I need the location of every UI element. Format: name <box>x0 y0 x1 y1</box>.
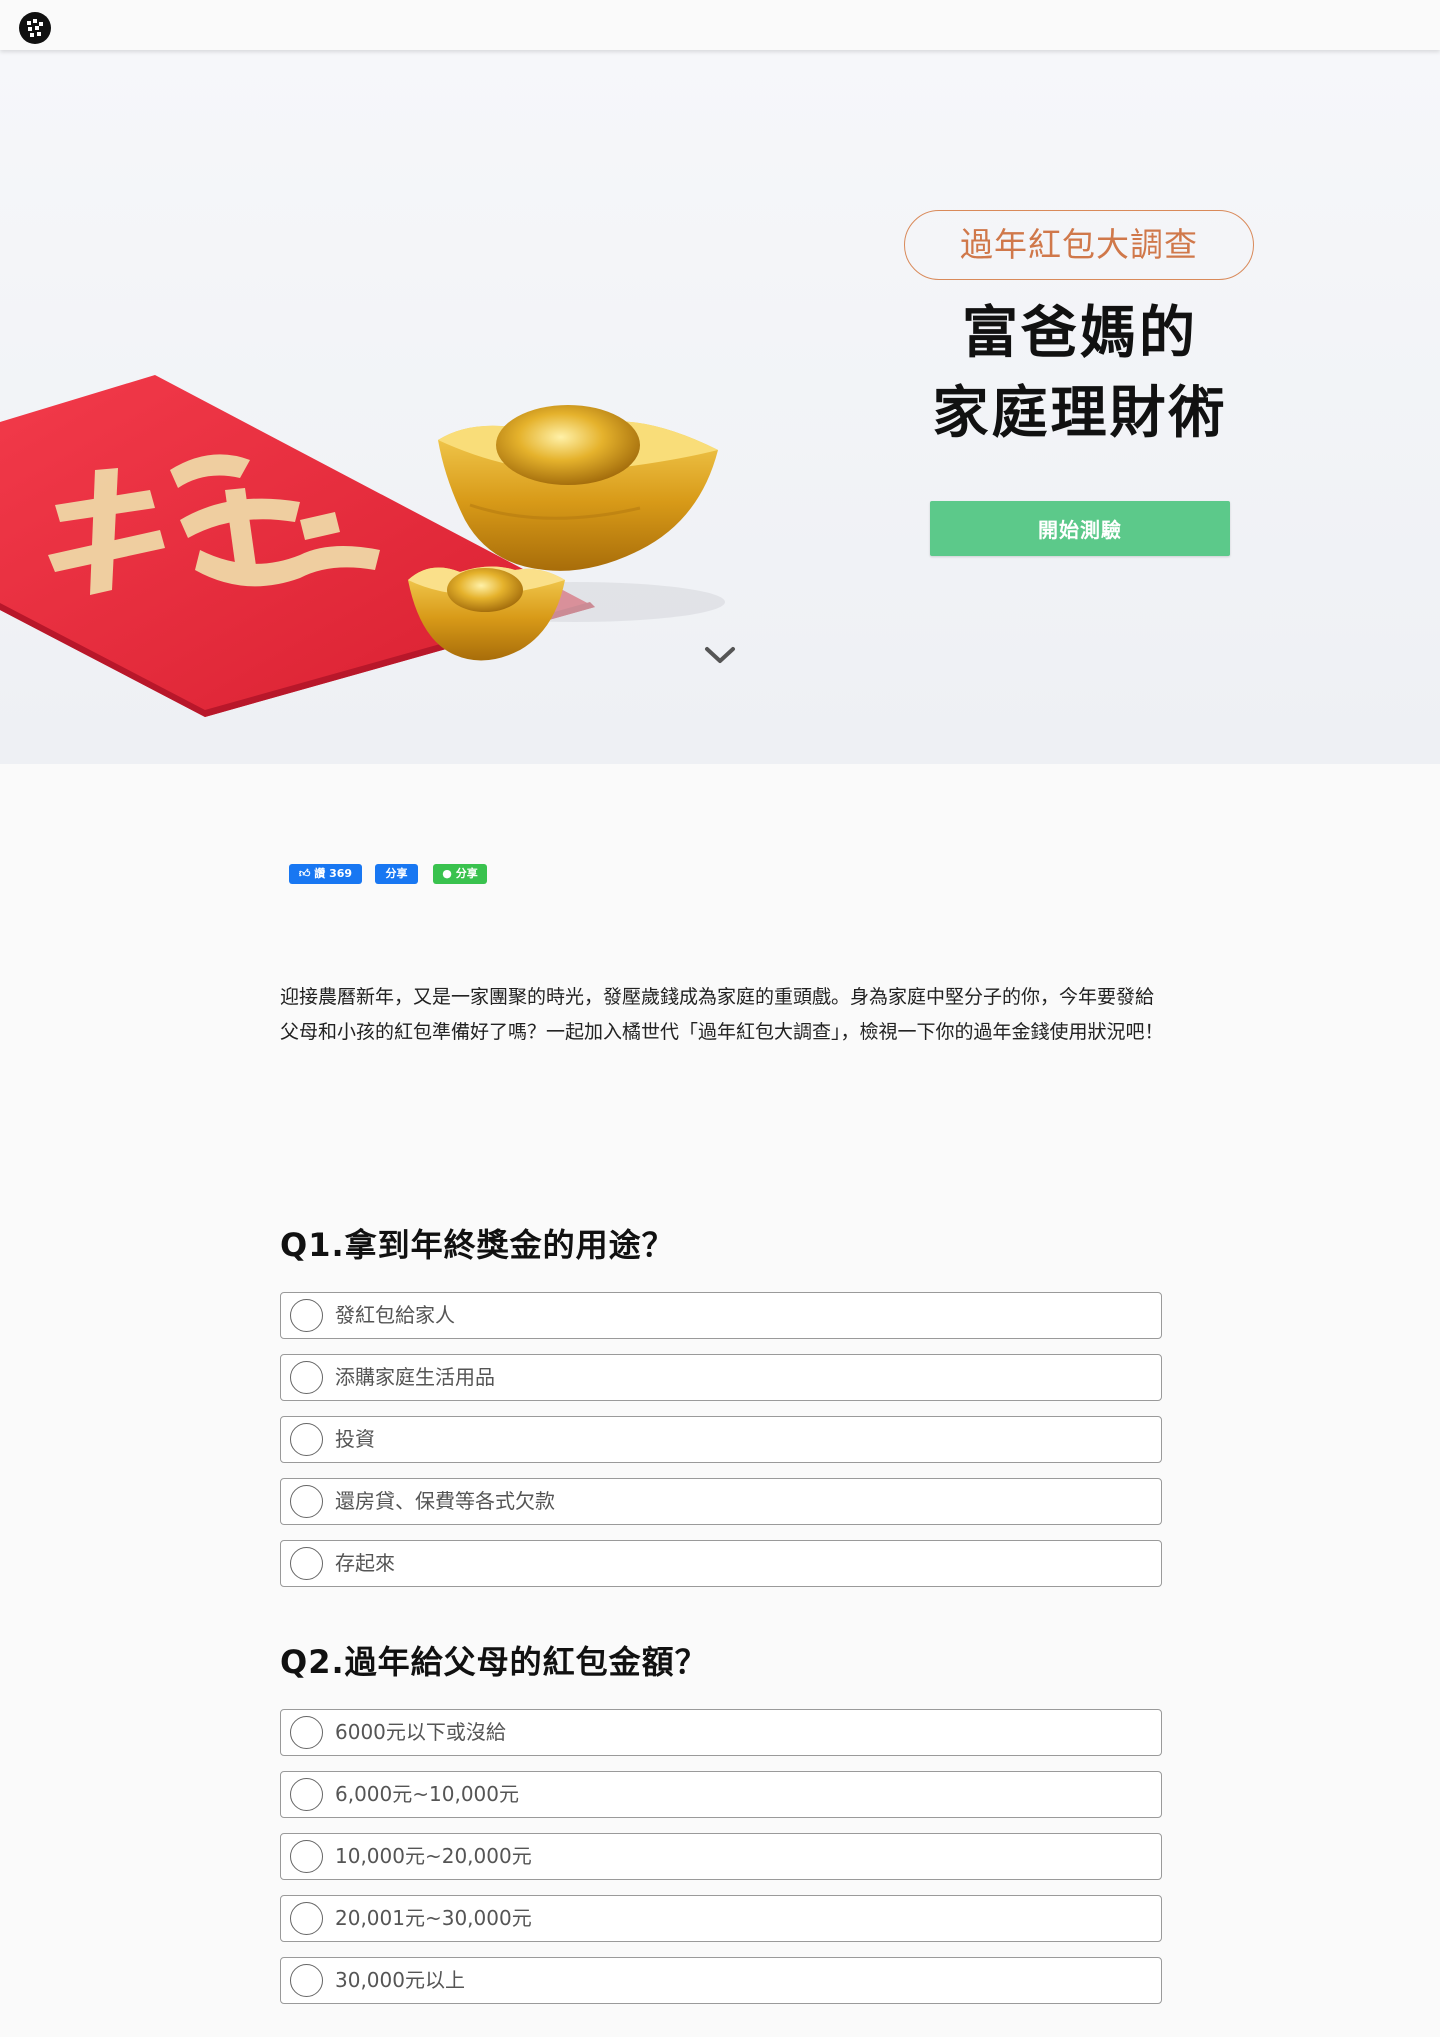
option-label: 20,001元~30,000元 <box>335 1906 532 1930</box>
facebook-like-label: 讚 369 <box>314 867 353 880</box>
question-2-title: Q2.過年給父母的紅包金額？ <box>280 1643 708 1681</box>
radio-button[interactable] <box>290 1299 323 1332</box>
option-label: 投資 <box>335 1427 375 1451</box>
radio-button[interactable] <box>290 1840 323 1873</box>
option-label: 還房貸、保費等各式欠款 <box>335 1489 555 1513</box>
q1-option-5[interactable]: 存起來 <box>280 1540 1162 1587</box>
option-label: 存起來 <box>335 1551 395 1575</box>
line-share-label: 分享 <box>455 867 478 880</box>
chevron-down-icon[interactable] <box>703 644 737 666</box>
radio-button[interactable] <box>290 1964 323 1997</box>
hero-title-line1: 富爸媽的 <box>962 301 1198 366</box>
q2-option-4[interactable]: 20,001元~30,000元 <box>280 1895 1162 1942</box>
facebook-share-button[interactable]: 分享 <box>375 864 418 884</box>
line-chat-icon: ● <box>442 867 452 880</box>
q2-option-5[interactable]: 30,000元以上 <box>280 1957 1162 2004</box>
hero-title: 富爸媽的 家庭理財術 <box>880 294 1280 454</box>
radio-button[interactable] <box>290 1485 323 1518</box>
q1-option-1[interactable]: 發紅包給家人 <box>280 1292 1162 1339</box>
option-label: 添購家庭生活用品 <box>335 1365 495 1389</box>
radio-button[interactable] <box>290 1423 323 1456</box>
thumbs-up-icon: 👍︎ <box>298 867 311 880</box>
q2-option-2[interactable]: 6,000元~10,000元 <box>280 1771 1162 1818</box>
q1-option-3[interactable]: 投資 <box>280 1416 1162 1463</box>
start-quiz-button[interactable]: 開始測驗 <box>930 501 1230 556</box>
q2-option-1[interactable]: 6000元以下或沒給 <box>280 1709 1162 1756</box>
radio-button[interactable] <box>290 1716 323 1749</box>
radio-button[interactable] <box>290 1547 323 1580</box>
q1-option-2[interactable]: 添購家庭生活用品 <box>280 1354 1162 1401</box>
option-label: 6,000元~10,000元 <box>335 1782 519 1806</box>
q2-option-3[interactable]: 10,000元~20,000元 <box>280 1833 1162 1880</box>
radio-button[interactable] <box>290 1778 323 1811</box>
survey-badge: 過年紅包大調查 <box>904 210 1254 280</box>
facebook-like-button[interactable]: 👍︎ 讚 369 <box>289 864 362 884</box>
line-share-button[interactable]: ● 分享 <box>433 864 487 884</box>
radio-button[interactable] <box>290 1361 323 1394</box>
top-bar <box>0 0 1440 50</box>
hero-title-line2: 家庭理財術 <box>932 381 1228 446</box>
hero-banner: 過年紅包大調查 富爸媽的 家庭理財術 開始測驗 <box>0 50 1440 764</box>
red-envelope-gold-ingots-image <box>0 375 725 717</box>
option-label: 發紅包給家人 <box>335 1303 455 1327</box>
radio-button[interactable] <box>290 1902 323 1935</box>
intro-text: 迎接農曆新年，又是一家團聚的時光，發壓歲錢成為家庭的重頭戲。身為家庭中堅分子的你… <box>280 986 1164 1043</box>
option-label: 30,000元以上 <box>335 1968 465 1992</box>
orange-generation-logo-icon[interactable] <box>18 11 52 45</box>
q1-option-4[interactable]: 還房貸、保費等各式欠款 <box>280 1478 1162 1525</box>
facebook-share-label: 分享 <box>385 867 408 880</box>
option-label: 10,000元~20,000元 <box>335 1844 532 1868</box>
option-label: 6000元以下或沒給 <box>335 1720 506 1744</box>
question-1-title: Q1.拿到年終獎金的用途？ <box>280 1226 675 1264</box>
